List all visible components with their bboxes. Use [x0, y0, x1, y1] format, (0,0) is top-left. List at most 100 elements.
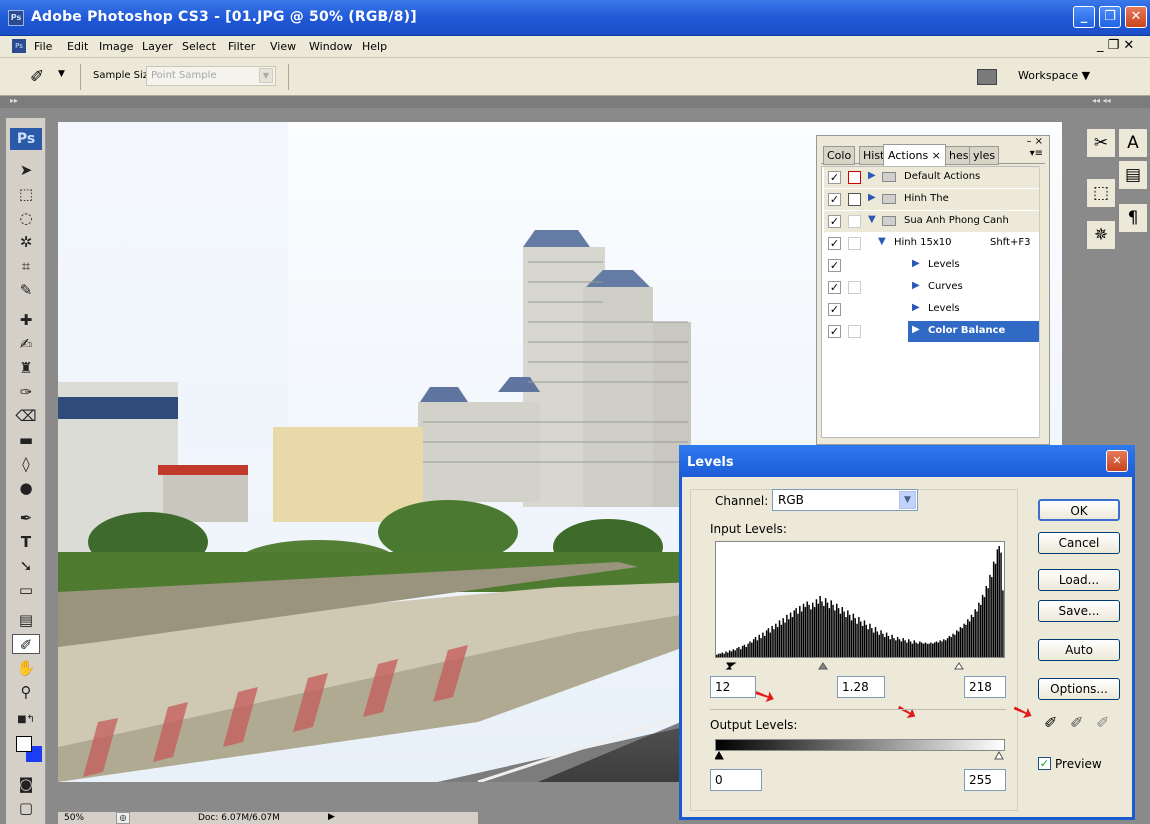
panel-menu-icon[interactable]: ▾≡ — [1030, 148, 1043, 159]
bridge-icon[interactable] — [977, 69, 997, 85]
hand-tool-icon[interactable]: ✋ — [12, 658, 40, 678]
options-button[interactable]: Options... — [1038, 678, 1120, 700]
status-menu-icon[interactable]: ▶ — [328, 812, 335, 822]
menu-view[interactable]: View — [270, 40, 296, 53]
menu-help[interactable]: Help — [362, 40, 387, 53]
marquee-tool-icon[interactable]: ⬚ — [12, 184, 40, 204]
gray-eyedropper-icon[interactable]: ✐ — [1070, 713, 1083, 732]
brush-tool-icon[interactable]: ✍ — [12, 334, 40, 354]
paragraph-icon[interactable]: ¶ — [1118, 203, 1148, 233]
eyedropper-icon[interactable]: ✐ — [30, 67, 44, 87]
input-midtone-field[interactable]: 1.28 — [837, 676, 885, 698]
dialog-toggle[interactable] — [848, 281, 861, 294]
black-eyedropper-icon[interactable]: ✐ — [1044, 713, 1057, 732]
toggle-checkbox[interactable]: ✓ — [828, 259, 841, 272]
expand-triangle-icon[interactable]: ▶ — [868, 192, 876, 203]
screen-mode-icon[interactable]: ▢ — [12, 798, 40, 818]
ok-button[interactable]: OK — [1038, 499, 1120, 521]
doc-window-controls[interactable]: _ ❐ ✕ — [1097, 38, 1134, 53]
panel-scrollbar[interactable] — [1039, 166, 1049, 438]
path-selection-tool-icon[interactable]: ➘ — [12, 556, 40, 576]
toggle-checkbox[interactable]: ✓ — [828, 281, 841, 294]
restore-button[interactable]: ❐ — [1099, 6, 1121, 28]
expand-triangle-icon[interactable]: ▶ — [868, 170, 876, 181]
healing-brush-tool-icon[interactable]: ✚ — [12, 310, 40, 330]
tab-color[interactable]: Colo — [823, 146, 856, 165]
dialog-toggle[interactable] — [848, 325, 861, 338]
black-point-slider[interactable] — [725, 662, 737, 670]
list-item[interactable]: ✓ ▶ Hinh The — [824, 189, 1040, 211]
preview-checkbox[interactable]: ✓ — [1038, 757, 1051, 770]
load-button[interactable]: Load... — [1038, 569, 1120, 591]
type-tool-icon[interactable]: T — [12, 532, 40, 552]
menu-filter[interactable]: Filter — [228, 40, 255, 53]
expand-triangle-icon[interactable]: ▶ — [912, 324, 920, 335]
sample-size-select[interactable]: Point Sample ▼ — [146, 66, 276, 86]
collapse-triangle-icon[interactable]: ▼ — [868, 214, 876, 225]
white-eyedropper-icon[interactable]: ✐ — [1096, 713, 1109, 732]
list-item-selected[interactable]: ✓ ▶ Color Balance — [824, 321, 1040, 343]
workspace-menu[interactable]: Workspace ▼ — [1018, 69, 1090, 82]
input-sliders[interactable] — [715, 657, 1005, 671]
swap-colors-icon[interactable]: ■↰ — [12, 710, 40, 730]
pen-tool-icon[interactable]: ✒ — [12, 508, 40, 528]
toggle-checkbox[interactable]: ✓ — [828, 215, 841, 228]
auto-button[interactable]: Auto — [1038, 639, 1120, 661]
dialog-toggle[interactable] — [848, 215, 861, 228]
expand-triangle-icon[interactable]: ▶ — [912, 258, 920, 269]
move-tool-icon[interactable]: ➤ — [12, 160, 40, 180]
dialog-toggle[interactable] — [848, 171, 861, 184]
output-black-field[interactable]: 0 — [710, 769, 762, 791]
output-white-slider[interactable] — [994, 751, 1004, 760]
menu-file[interactable]: File — [34, 40, 52, 53]
clone-stamp-tool-icon[interactable]: ♜ — [12, 358, 40, 378]
zoom-tool-icon[interactable]: ⚲ — [12, 682, 40, 702]
quick-mask-icon[interactable]: ◙ — [12, 774, 40, 794]
toggle-checkbox[interactable]: ✓ — [828, 171, 841, 184]
shape-tool-icon[interactable]: ▭ — [12, 580, 40, 600]
menu-window[interactable]: Window — [309, 40, 352, 53]
character-icon[interactable]: A — [1118, 128, 1148, 158]
collapse-dock-icon[interactable]: ◂◂ ◂◂ — [1092, 96, 1111, 105]
expand-dock-icon[interactable]: ▸▸ — [10, 96, 18, 105]
doc-icon[interactable]: Ps — [12, 39, 26, 53]
collapse-triangle-icon[interactable]: ▼ — [878, 236, 886, 247]
bridge-status-icon[interactable]: ◎ — [116, 812, 130, 824]
input-white-field[interactable]: 218 — [964, 676, 1006, 698]
navigator-icon[interactable]: ⬚ — [1086, 178, 1116, 208]
dialog-toggle[interactable] — [848, 193, 861, 206]
list-item[interactable]: ✓ ▶ Default Actions — [824, 167, 1040, 189]
foreground-color-swatch[interactable] — [16, 736, 32, 752]
list-item[interactable]: ✓ ▼ Sua Anh Phong Canh — [824, 211, 1040, 233]
output-black-slider[interactable] — [715, 751, 724, 760]
menu-select[interactable]: Select — [182, 40, 216, 53]
magic-wand-tool-icon[interactable]: ✲ — [12, 232, 40, 252]
list-item[interactable]: ✓ ▼ Hinh 15x10 Shft+F3 — [824, 233, 1040, 255]
lasso-tool-icon[interactable]: ◌ — [12, 208, 40, 228]
layer-comps-icon[interactable]: ✵ — [1086, 220, 1116, 250]
toggle-checkbox[interactable]: ✓ — [828, 237, 841, 250]
menu-image[interactable]: Image — [99, 40, 133, 53]
menu-layer[interactable]: Layer — [142, 40, 173, 53]
expand-triangle-icon[interactable]: ▶ — [912, 302, 920, 313]
toggle-checkbox[interactable]: ✓ — [828, 303, 841, 316]
list-item[interactable]: ✓ ▶ Levels — [824, 299, 1040, 321]
toggle-checkbox[interactable]: ✓ — [828, 325, 841, 338]
expand-triangle-icon[interactable]: ▶ — [912, 280, 920, 291]
output-sliders[interactable] — [715, 751, 1005, 763]
tab-actions[interactable]: Actions × — [883, 144, 946, 166]
list-item[interactable]: ✓ ▶ Levels — [824, 255, 1040, 277]
info-icon[interactable]: ▤ — [1118, 160, 1148, 190]
cancel-button[interactable]: Cancel — [1038, 532, 1120, 554]
minimize-button[interactable]: _ — [1073, 6, 1095, 28]
eyedropper-tool-icon[interactable]: ✐ — [12, 634, 40, 654]
save-button[interactable]: Save... — [1038, 600, 1120, 622]
gradient-tool-icon[interactable]: ▬ — [12, 430, 40, 450]
eraser-tool-icon[interactable]: ⌫ — [12, 406, 40, 426]
list-item[interactable]: ✓ ▶ Curves — [824, 277, 1040, 299]
midtone-slider[interactable] — [818, 662, 828, 670]
history-brush-tool-icon[interactable]: ✑ — [12, 382, 40, 402]
close-button[interactable]: ✕ — [1125, 6, 1147, 28]
channel-select[interactable]: RGB ▼ — [772, 489, 918, 511]
dialog-toggle[interactable] — [848, 237, 861, 250]
